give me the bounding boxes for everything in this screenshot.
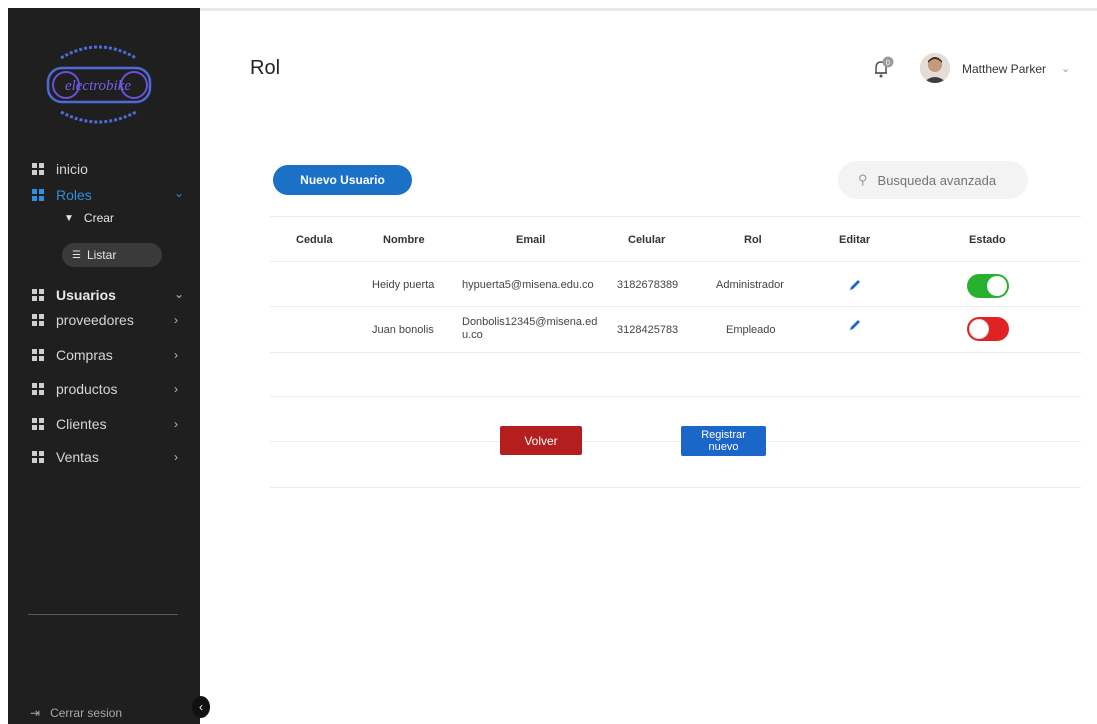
sidebar-item-productos[interactable]: productos [32, 378, 117, 400]
sidebar-item-label: proveedores [56, 312, 134, 328]
column-header-estado: Estado [969, 234, 1006, 246]
row-divider [270, 352, 1081, 353]
advanced-search[interactable]: ⚲ [838, 161, 1028, 199]
svg-text:electrobike: electrobike [65, 78, 131, 94]
sidebar-item-clientes[interactable]: Clientes [32, 413, 107, 435]
sidebar-item-ventas[interactable]: Ventas [32, 446, 99, 468]
sidebar-item-label: inicio [56, 161, 88, 177]
sidebar-item-compras[interactable]: Compras [32, 344, 113, 366]
row-divider [270, 396, 1081, 397]
chevron-down-icon[interactable]: ⌄ [174, 287, 184, 301]
grid-icon [32, 314, 44, 326]
chevron-right-icon[interactable]: › [174, 348, 178, 362]
cell-email: hypuerta5@misena.edu.co [462, 279, 594, 291]
list-icon: ☰ [72, 249, 81, 261]
sidebar-subitem-label: Crear [83, 211, 114, 225]
sidebar-item-usuarios[interactable]: Usuarios [32, 284, 116, 306]
avatar-image [920, 53, 950, 83]
column-header-rol: Rol [744, 234, 762, 246]
sidebar-item-label: Usuarios [56, 287, 116, 303]
table-border [270, 216, 1081, 217]
grid-icon [32, 349, 44, 361]
column-header-celular: Celular [628, 234, 666, 246]
chevron-down-icon[interactable]: ⌄ [174, 186, 184, 200]
sidebar-divider [28, 614, 178, 615]
cell-email: Donbolis12345@misena.edu.co [462, 316, 598, 341]
chevron-right-icon[interactable]: › [174, 450, 178, 464]
sidebar-item-label: Ventas [56, 449, 99, 465]
chevron-right-icon[interactable]: › [174, 313, 178, 327]
toggle-knob [969, 319, 989, 339]
cell-celular: 3128425783 [617, 324, 679, 336]
sidebar-item-label: Roles [56, 187, 92, 203]
cell-rol: Empleado [726, 324, 776, 336]
column-header-cedula: Cedula [296, 234, 333, 246]
filter-icon: ▼ [64, 212, 74, 224]
sidebar-item-inicio[interactable]: inicio [32, 158, 88, 180]
bell-icon[interactable]: 0 [872, 56, 894, 80]
brand-logo: electrobike [46, 45, 152, 124]
avatar[interactable] [920, 53, 950, 83]
cell-rol: Administrador [716, 279, 784, 291]
row-divider [270, 487, 1081, 488]
back-button[interactable]: Volver [500, 426, 582, 455]
sidebar-item-roles[interactable]: Roles [32, 184, 92, 206]
register-new-button[interactable]: Registrar nuevo [681, 426, 766, 456]
cell-nombre: Heidy puerta [372, 279, 435, 291]
sidebar-item-label: Clientes [56, 416, 107, 432]
collapse-sidebar-button[interactable]: ‹ [192, 696, 210, 718]
column-header-editar: Editar [839, 234, 871, 246]
notification-count: 0 [886, 60, 890, 67]
grid-icon [32, 451, 44, 463]
logout-button[interactable]: ⇥ Cerrar sesion [30, 706, 122, 720]
chevron-right-icon[interactable]: › [174, 417, 178, 431]
row-divider [270, 306, 1081, 307]
new-user-button[interactable]: Nuevo Usuario [273, 165, 412, 195]
search-input[interactable] [875, 171, 1020, 189]
sidebar: electrobike inicio Roles ⌄ ▼ Crear ☰ Lis… [8, 8, 200, 724]
cell-celular: 3182678389 [617, 279, 679, 291]
toggle-knob [987, 276, 1007, 296]
sidebar-item-label: Compras [56, 347, 113, 363]
user-name[interactable]: Matthew Parker [962, 62, 1046, 76]
column-header-email: Email [516, 234, 546, 246]
sidebar-item-label: productos [56, 381, 118, 397]
column-header-nombre: Nombre [383, 234, 425, 246]
page-title: Rol [250, 57, 281, 79]
grid-icon [32, 383, 44, 395]
grid-icon [32, 189, 44, 201]
top-border [200, 8, 1097, 11]
chevron-right-icon[interactable]: › [174, 382, 178, 396]
status-toggle[interactable] [967, 274, 1009, 298]
search-icon: ⚲ [858, 172, 868, 187]
chevron-down-icon[interactable]: ⌄ [1061, 62, 1070, 75]
cell-nombre: Juan bonolis [372, 324, 434, 336]
logout-label: Cerrar sesion [50, 706, 123, 720]
grid-icon [32, 163, 44, 175]
table-border [270, 261, 1081, 262]
sidebar-subitem-crear[interactable]: ▼ Crear [64, 211, 114, 225]
grid-icon [32, 289, 44, 301]
page-edge [0, 0, 8, 724]
grid-icon [32, 418, 44, 430]
edit-icon[interactable] [848, 278, 862, 292]
edit-icon[interactable] [848, 318, 862, 332]
sidebar-subitem-listar[interactable]: ☰ Listar [72, 248, 116, 262]
sidebar-item-proveedores[interactable]: proveedores [32, 309, 134, 331]
sidebar-subitem-label: Listar [86, 248, 117, 262]
status-toggle[interactable] [967, 317, 1009, 341]
logout-icon: ⇥ [30, 706, 41, 720]
row-divider [270, 441, 1081, 442]
